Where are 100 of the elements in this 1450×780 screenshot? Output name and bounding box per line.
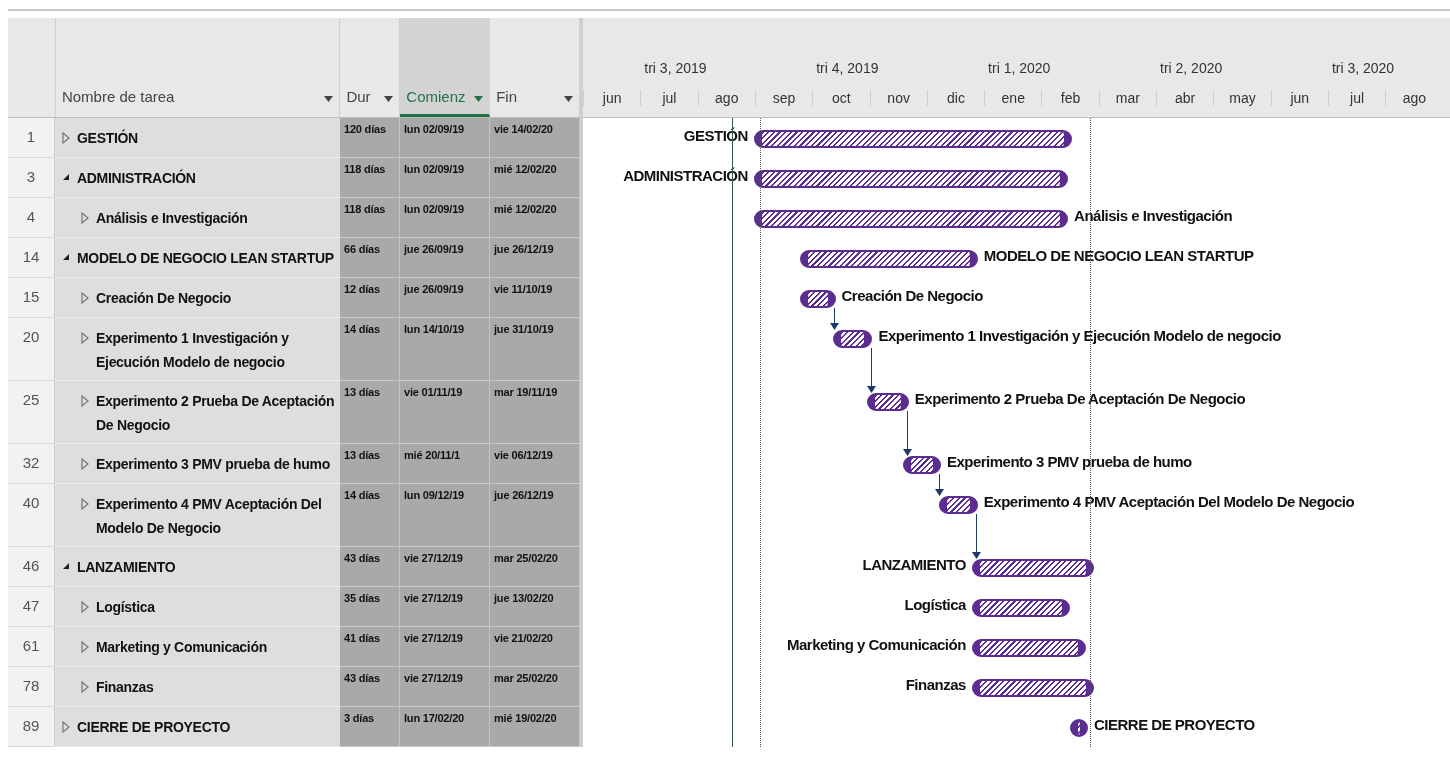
expand-icon[interactable] <box>80 498 90 510</box>
summary-bar[interactable] <box>971 639 1086 657</box>
row-number: 25 <box>22 391 40 410</box>
summary-bar[interactable] <box>799 290 836 308</box>
expand-icon[interactable] <box>80 292 90 304</box>
row-number: 61 <box>22 637 40 656</box>
end-date-cell: mié 19/02/20 <box>494 712 557 724</box>
expand-icon[interactable] <box>80 681 90 693</box>
month-label: oct <box>812 90 870 106</box>
end-date-cell: mar 19/11/19 <box>494 386 558 398</box>
task-name: Creación De Negocio <box>96 289 232 308</box>
duration-cell: 35 días <box>344 592 380 604</box>
expand-icon[interactable] <box>80 601 90 613</box>
collapse-icon[interactable] <box>61 561 71 571</box>
dropdown-icon[interactable] <box>384 96 394 102</box>
summary-bar[interactable] <box>938 496 978 514</box>
month-label: mar <box>1098 90 1156 106</box>
end-date-cell: vie 06/12/19 <box>494 449 553 461</box>
bar-label: Marketing y Comunicación <box>787 636 966 653</box>
summary-bar[interactable] <box>971 559 1094 577</box>
bar-label: Análisis e Investigación <box>1074 207 1233 224</box>
month-label: jul <box>1327 90 1386 106</box>
end-date-cell: mié 12/02/20 <box>494 203 557 215</box>
month-label: jun <box>583 90 641 106</box>
start-date-cell: mié 20/11/1 <box>404 449 460 461</box>
summary-bar[interactable] <box>833 330 873 348</box>
start-date-cell: vie 27/12/19 <box>404 552 463 564</box>
duration-cell: 14 días <box>344 489 380 501</box>
end-date-cell: jue 13/02/20 <box>494 592 554 604</box>
row-number: 14 <box>22 248 40 267</box>
summary-bar[interactable] <box>971 679 1094 697</box>
task-name: Marketing y Comunicación <box>96 638 267 657</box>
end-date-cell: vie 11/10/19 <box>494 283 553 295</box>
start-date-cell: lun 14/10/19 <box>404 323 464 335</box>
duration-cell: 12 días <box>344 283 380 295</box>
start-date-cell: lun 02/09/19 <box>404 203 464 215</box>
summary-bar[interactable] <box>866 393 909 411</box>
expand-icon[interactable] <box>80 395 90 407</box>
expand-icon[interactable] <box>80 332 90 344</box>
quarter-label: tri 4, 2019 <box>816 60 879 76</box>
row-number: 3 <box>26 168 36 187</box>
row-number: 15 <box>22 288 40 307</box>
summary-bar[interactable] <box>753 170 1069 188</box>
quarter-label: tri 1, 2020 <box>988 60 1051 76</box>
dropdown-icon[interactable] <box>564 96 573 102</box>
row-number: 1 <box>26 128 36 147</box>
quarter-label: tri 2, 2020 <box>1160 60 1223 76</box>
summary-bar[interactable] <box>753 210 1069 228</box>
expand-icon[interactable] <box>80 641 90 653</box>
start-date-cell: vie 27/12/19 <box>404 672 463 684</box>
end-date-cell: mié 12/02/20 <box>494 163 557 175</box>
month-label: dic <box>926 90 985 106</box>
month-label: abr <box>1156 90 1214 106</box>
dropdown-icon[interactable] <box>324 96 334 102</box>
collapse-icon[interactable] <box>61 252 71 262</box>
month-label: ene <box>984 90 1042 106</box>
expand-icon[interactable] <box>61 132 71 144</box>
start-date-cell: lun 09/12/19 <box>404 489 464 501</box>
expand-icon[interactable] <box>61 721 71 733</box>
start-date-cell: lun 02/09/19 <box>404 123 464 135</box>
quarter-label: tri 3, 2020 <box>1331 60 1395 76</box>
bar-label: Experimento 3 PMV prueba de humo <box>946 453 1192 470</box>
end-date-cell: vie 21/02/20 <box>494 632 553 644</box>
bar-label: LANZAMIENTO <box>862 556 966 573</box>
bar-label: CIERRE DE PROYECTO <box>1094 716 1255 733</box>
summary-bar[interactable] <box>799 250 978 268</box>
start-date-cell: lun 17/02/20 <box>404 712 464 724</box>
bar-label: MODELO DE NEGOCIO LEAN STARTUP <box>983 247 1254 264</box>
summary-bar[interactable] <box>902 456 941 474</box>
month-label: sep <box>754 90 813 106</box>
duration-cell: 43 días <box>344 672 380 684</box>
duration-cell: 13 días <box>344 449 380 461</box>
task-name: GESTIÓN <box>77 128 138 148</box>
duration-cell: 41 días <box>344 632 380 644</box>
start-date-cell: jue 26/09/19 <box>404 283 464 295</box>
duration-cell: 118 días <box>344 203 386 215</box>
task-name: LANZAMIENTO <box>77 558 176 577</box>
row-number: 47 <box>22 597 40 616</box>
summary-bar[interactable] <box>971 599 1071 617</box>
bar-label: Experimento 4 PMV Aceptación Del Modelo De Negocio <box>983 493 1355 510</box>
start-date-cell: vie 01/11/19 <box>404 386 463 398</box>
expand-icon[interactable] <box>80 212 90 224</box>
month-label: ago <box>697 90 755 106</box>
end-date-cell: mar 25/02/20 <box>494 552 558 564</box>
end-date-cell: vie 14/02/20 <box>494 123 553 135</box>
column-header[interactable]: Comienz <box>400 18 491 117</box>
summary-bar[interactable] <box>1070 719 1088 737</box>
task-name: Experimento 1 Investigación y Ejecución Modelo de negocio <box>96 329 290 372</box>
end-date-cell: jue 26/12/19 <box>494 489 554 501</box>
column-header[interactable]: Nombre de tarea <box>55 18 341 117</box>
summary-bar[interactable] <box>753 130 1073 148</box>
row-number: 32 <box>22 454 40 473</box>
start-date-cell: lun 02/09/19 <box>404 163 464 175</box>
month-label: ago <box>1385 90 1443 106</box>
dropdown-icon[interactable] <box>474 96 484 102</box>
bar-label: Experimento 1 Investigación y Ejecución Modelo de negocio <box>878 327 1281 344</box>
row-number: 46 <box>22 557 40 576</box>
collapse-icon[interactable] <box>61 172 71 182</box>
task-name: Experimento 3 PMV prueba de humo <box>96 455 330 474</box>
expand-icon[interactable] <box>80 458 90 470</box>
